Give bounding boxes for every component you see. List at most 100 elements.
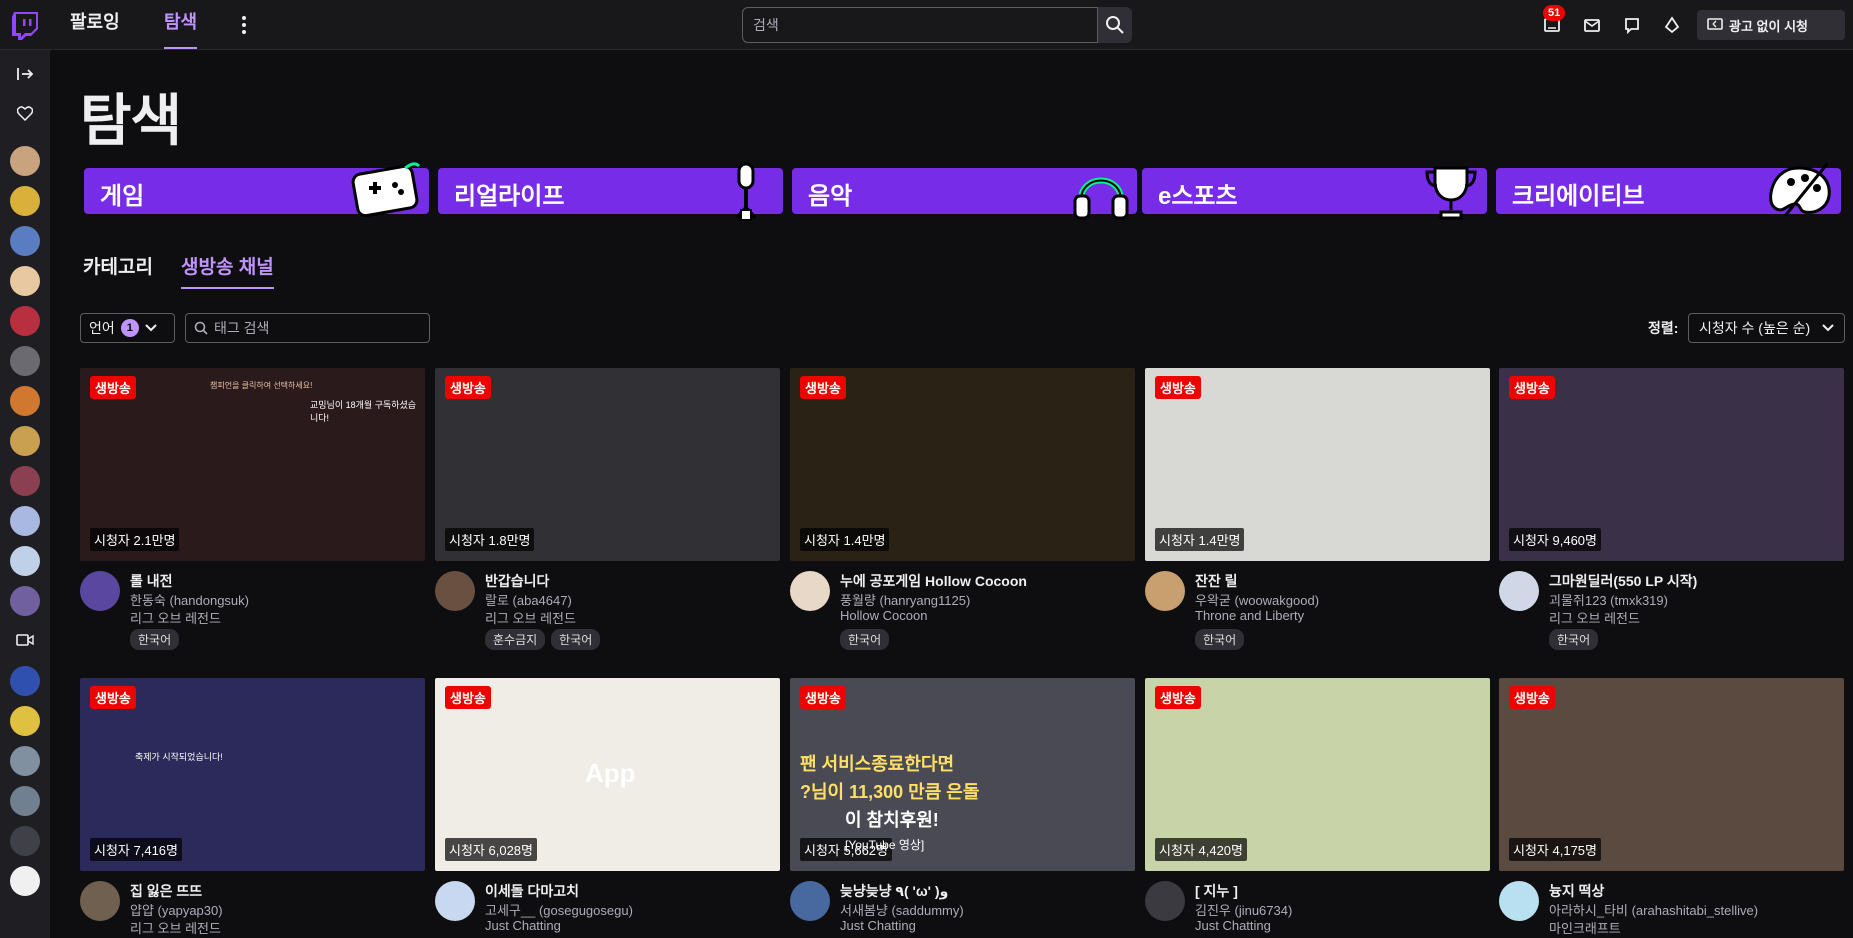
stream-tag[interactable]: 한국어 (130, 629, 180, 650)
game-name[interactable]: Just Chatting (1195, 918, 1271, 933)
channel-name[interactable]: 괴물쥐123 (tmxk319) (1549, 590, 1668, 609)
stream-tag[interactable]: 한국어 (1549, 629, 1599, 650)
channel-avatar[interactable] (790, 571, 830, 611)
followed-channel-avatar[interactable] (10, 146, 40, 176)
channel-name[interactable]: 김진우 (jinu6734) (1195, 900, 1292, 919)
followed-channel-avatar[interactable] (10, 266, 40, 296)
channel-name[interactable]: 랄로 (aba4647) (485, 590, 572, 609)
channel-avatar[interactable] (435, 881, 475, 921)
game-name[interactable]: Just Chatting (485, 918, 561, 933)
channel-avatar[interactable] (80, 881, 120, 921)
recommended-channel-avatar[interactable] (10, 666, 40, 696)
ad-free-button[interactable]: 광고 없이 시청 (1697, 10, 1845, 40)
stream-title[interactable]: 잔잔 릴 (1195, 571, 1238, 591)
followed-channel-avatar[interactable] (10, 306, 40, 336)
stream-card[interactable]: 생방송 시청자 1.8만명반갑습니다 랄로 (aba4647) 리그 오브 레전드훈수… (435, 368, 780, 651)
channel-avatar[interactable] (435, 571, 475, 611)
more-menu-icon[interactable] (236, 13, 252, 37)
channel-name[interactable]: 서새봄냥 (saddummy) (840, 900, 964, 919)
stream-card[interactable]: 생방송 시청자 4,420명 [ 지누 ] 김진우 (jinu6734) Just Ch… (1145, 678, 1490, 938)
search-input[interactable] (742, 7, 1098, 43)
recommended-channel-avatar[interactable] (10, 866, 40, 896)
twitch-logo-icon[interactable] (12, 12, 38, 40)
nav-following[interactable]: 팔로잉 (70, 0, 120, 50)
stream-title[interactable]: 반갑습니다 (485, 571, 549, 591)
followed-channel-avatar[interactable] (10, 226, 40, 256)
category-creative[interactable]: 크리에이티브 (1496, 163, 1841, 217)
tab-categories[interactable]: 카테고리 (83, 252, 153, 287)
category-music[interactable]: 음악 (792, 168, 1137, 220)
game-name[interactable]: Just Chatting (840, 918, 916, 933)
expand-sidebar-icon[interactable] (13, 62, 37, 86)
stream-thumbnail[interactable]: 생방송 시청자 2.1만명 챔피언을 클릭하여 선택하세요! 교밍님이 18개월 구독… (80, 368, 425, 561)
stream-card[interactable]: 생방송 시청자 1.4만명잔잔 릴 우왁굳 (woowakgood) Throne a… (1145, 368, 1490, 651)
recommended-channel-avatar[interactable] (10, 786, 40, 816)
bits-icon[interactable] (1660, 13, 1684, 37)
stream-thumbnail[interactable]: 생방송 시청자 1.8만명 (435, 368, 780, 561)
game-name[interactable]: Hollow Cocoon (840, 608, 927, 623)
stream-thumbnail[interactable]: 생방송 시청자 7,416명 축제가 시작되었습니다! (80, 678, 425, 871)
channel-avatar[interactable] (790, 881, 830, 921)
category-irl[interactable]: 리얼라이프 (438, 162, 783, 221)
channel-avatar[interactable] (1145, 571, 1185, 611)
category-esports[interactable]: e스포츠 (1142, 166, 1487, 220)
stream-card[interactable]: 생방송 시청자 6,028명 App 이세돌 다마고치 고세구__ (gosegugos… (435, 678, 780, 938)
channel-name[interactable]: 얍얍 (yapyap30) (130, 900, 223, 919)
language-filter-dropdown[interactable]: 언어 1 (80, 313, 175, 343)
stream-tag[interactable]: 한국어 (1195, 629, 1245, 650)
stream-thumbnail[interactable]: 생방송 시청자 4,175명 (1499, 678, 1844, 871)
channel-name[interactable]: 한동숙 (handongsuk) (130, 590, 249, 609)
stream-title[interactable]: 그마원딜러(550 LP 시작) (1549, 571, 1697, 591)
recommended-channel-avatar[interactable] (10, 706, 40, 736)
stream-thumbnail[interactable]: 생방송 시청자 6,028명 App (435, 678, 780, 871)
game-name[interactable]: Throne and Liberty (1195, 608, 1304, 623)
stream-tag[interactable]: 훈수금지 (485, 629, 546, 650)
stream-tag[interactable]: 한국어 (551, 629, 601, 650)
followed-channel-avatar[interactable] (10, 346, 40, 376)
stream-card[interactable]: 생방송 시청자 9,460명그마원딜러(550 LP 시작) 괴물쥐123 (tmx… (1499, 368, 1844, 651)
stream-title[interactable]: 롤 내전 (130, 571, 173, 591)
followed-channel-avatar[interactable] (10, 586, 40, 616)
tag-search-input[interactable] (214, 320, 414, 336)
followed-channel-avatar[interactable] (10, 186, 40, 216)
stream-card[interactable]: 생방송 시청자 4,175명늉지 떡상 아라하시_타비 (arahashitabi_… (1499, 678, 1844, 938)
stream-card[interactable]: 생방송 시청자 1.4만명누에 공포게임 Hollow Cocoon 풍월량 (ha… (790, 368, 1135, 651)
stream-title[interactable]: [ 지누 ] (1195, 881, 1238, 901)
stream-thumbnail[interactable]: 생방송 시청자 5,662명 팬 서비스종료한다면 ?님이 11,300 만큼 은돌 이… (790, 678, 1135, 871)
stream-card[interactable]: 생방송 시청자 5,662명 팬 서비스종료한다면 ?님이 11,300 만큼 은돌 이… (790, 678, 1135, 938)
game-name[interactable]: 리그 오브 레전드 (485, 608, 576, 627)
channel-avatar[interactable] (80, 571, 120, 611)
followed-channel-avatar[interactable] (10, 426, 40, 456)
sort-dropdown[interactable]: 시청자 수 (높은 순) (1688, 313, 1845, 343)
channel-avatar[interactable] (1145, 881, 1185, 921)
recommended-channel-avatar[interactable] (10, 826, 40, 856)
tab-live-channels[interactable]: 생방송 채널 (181, 252, 274, 289)
channel-name[interactable]: 풍월량 (hanryang1125) (840, 590, 970, 609)
stream-thumbnail[interactable]: 생방송 시청자 9,460명 (1499, 368, 1844, 561)
game-name[interactable]: 리그 오브 레전드 (130, 918, 221, 937)
followed-channel-avatar[interactable] (10, 546, 40, 576)
whispers-icon[interactable] (1620, 13, 1644, 37)
stream-title[interactable]: 늉지 떡상 (1549, 881, 1604, 901)
channel-avatar[interactable] (1499, 571, 1539, 611)
game-name[interactable]: 리그 오브 레전드 (130, 608, 221, 627)
game-name[interactable]: 리그 오브 레전드 (1549, 608, 1640, 627)
stream-thumbnail[interactable]: 생방송 시청자 4,420명 (1145, 678, 1490, 871)
inbox-icon[interactable] (1580, 13, 1604, 37)
stream-card[interactable]: 생방송 시청자 7,416명 축제가 시작되었습니다! 집 잃은 뜨뜨 얍얍 (yapy… (80, 678, 425, 938)
channel-name[interactable]: 우왁굳 (woowakgood) (1195, 590, 1319, 609)
stream-title[interactable]: 누에 공포게임 Hollow Cocoon (840, 571, 1027, 591)
category-games[interactable]: 게임 (84, 162, 429, 218)
followed-channel-avatar[interactable] (10, 506, 40, 536)
channel-avatar[interactable] (1499, 881, 1539, 921)
stream-tag[interactable]: 한국어 (840, 629, 890, 650)
channel-name[interactable]: 고세구__ (gosegugosegu) (485, 900, 633, 919)
stream-thumbnail[interactable]: 생방송 시청자 1.4만명 (1145, 368, 1490, 561)
stream-title[interactable]: 집 잃은 뜨뜨 (130, 881, 202, 901)
channel-name[interactable]: 아라하시_타비 (arahashitabi_stellive) (1549, 900, 1758, 919)
stream-title[interactable]: 늦냥늦냥 ٩( 'ω' )و (840, 881, 948, 901)
stream-card[interactable]: 생방송 시청자 2.1만명 챔피언을 클릭하여 선택하세요! 교밍님이 18개월 구독… (80, 368, 425, 651)
recommended-channel-avatar[interactable] (10, 746, 40, 776)
stream-thumbnail[interactable]: 생방송 시청자 1.4만명 (790, 368, 1135, 561)
followed-channel-avatar[interactable] (10, 466, 40, 496)
